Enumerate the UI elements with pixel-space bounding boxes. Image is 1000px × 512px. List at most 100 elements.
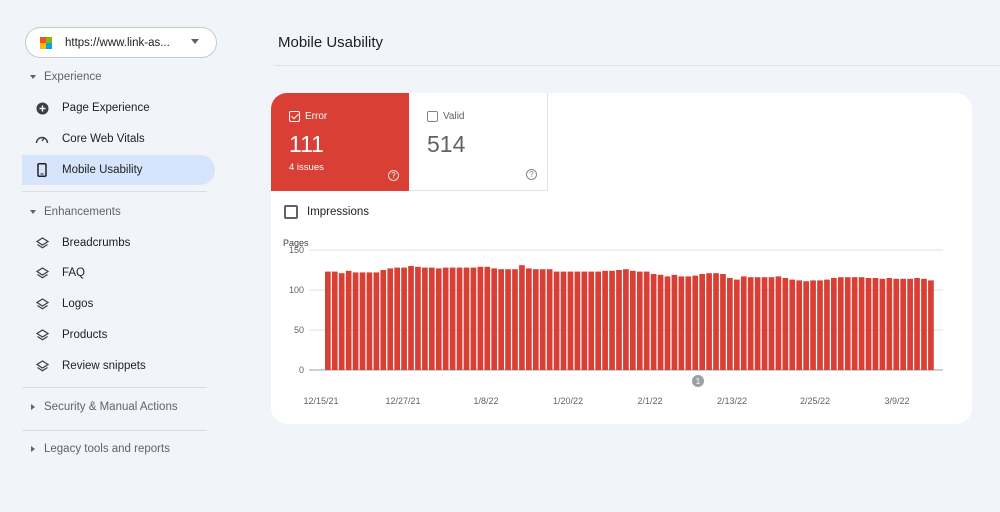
y-tick-label: 0 [299, 365, 304, 375]
chart-bar [581, 271, 588, 370]
layers-icon [35, 266, 49, 280]
layers-icon [35, 297, 49, 311]
impressions-checkbox[interactable] [284, 205, 298, 219]
impressions-toggle[interactable]: Impressions [284, 205, 369, 219]
layers-icon [35, 236, 49, 250]
chart-bar [512, 269, 518, 370]
sidebar-item-products[interactable]: Products [22, 320, 215, 350]
chart-bar [720, 274, 726, 370]
section-legacy-tools[interactable]: Legacy tools and reports [30, 443, 170, 455]
sidebar-item-review-snippets[interactable]: Review snippets [22, 351, 215, 381]
chart-bar [394, 267, 400, 370]
sidebar-item-label: Logos [62, 298, 94, 310]
chart-bar [824, 279, 830, 370]
chart-bar [630, 270, 636, 370]
chart-bar [519, 265, 525, 370]
section-label: Experience [44, 71, 102, 83]
chart-bar [796, 280, 803, 370]
error-issues-count: 4 issues [289, 162, 324, 173]
section-enhancements[interactable]: Enhancements [30, 206, 121, 218]
sidebar-item-label: Page Experience [62, 102, 150, 114]
sidebar-item-core-web-vitals[interactable]: Core Web Vitals [22, 124, 215, 154]
chart-bar [782, 278, 789, 370]
divider [275, 65, 1000, 66]
error-checkbox[interactable] [289, 111, 300, 122]
section-label: Security & Manual Actions [44, 401, 178, 413]
error-summary-tile[interactable]: Error 111 4 issues ? [271, 93, 409, 191]
chart-bar [435, 268, 442, 370]
sidebar-item-faq[interactable]: FAQ [22, 258, 215, 288]
valid-tile-header: Valid [427, 111, 465, 122]
sidebar-item-logos[interactable]: Logos [22, 289, 215, 319]
chart-bar [837, 277, 844, 370]
chart-bar [740, 276, 747, 370]
x-tick-label: 1/8/22 [473, 396, 498, 406]
chart-bar [352, 272, 359, 370]
valid-count: 514 [427, 131, 466, 157]
valid-checkbox[interactable] [427, 111, 438, 122]
chart-bar [595, 271, 602, 370]
expand-arrow-icon [31, 446, 35, 452]
chart-bar [664, 276, 671, 370]
chart-bar [692, 275, 699, 370]
section-experience[interactable]: Experience [30, 71, 102, 83]
chart-bar [574, 271, 581, 370]
chart-bar [733, 279, 740, 370]
x-tick-label: 3/9/22 [884, 396, 909, 406]
chart-bar [588, 271, 595, 370]
chart-bar [817, 280, 823, 370]
layers-icon [35, 359, 49, 373]
chart-bar [928, 280, 934, 370]
chart-bar [401, 267, 407, 370]
chart-bar [650, 274, 657, 370]
divider [22, 387, 207, 388]
chart-bar [671, 274, 678, 370]
chart-bar [539, 269, 546, 370]
chart-bar [456, 267, 463, 370]
chevron-down-icon [191, 39, 199, 44]
chart-bar [685, 276, 692, 370]
chart-bar [498, 269, 504, 370]
chart-bar [325, 271, 331, 370]
sidebar-item-breadcrumbs[interactable]: Breadcrumbs [22, 228, 215, 258]
sidebar-item-label: Mobile Usability [62, 164, 143, 176]
chart-bar [331, 271, 338, 370]
error-tile-header: Error [289, 111, 327, 122]
chart-bar [380, 270, 387, 370]
help-icon[interactable]: ? [526, 169, 537, 180]
section-security-manual-actions[interactable]: Security & Manual Actions [30, 401, 178, 413]
chart-bar [907, 278, 913, 370]
sidebar-item-mobile-usability[interactable]: Mobile Usability [22, 155, 215, 185]
chart-bar [560, 271, 567, 370]
chart-bar [851, 277, 858, 370]
sidebar-item-page-experience[interactable]: Page Experience [22, 93, 215, 123]
sidebar-item-label: Review snippets [62, 360, 146, 372]
chart-bar [338, 273, 345, 370]
chart-bar [373, 272, 380, 370]
annotation-label: 1 [696, 377, 701, 386]
plus-circle-icon [35, 101, 49, 115]
chart-bar [470, 267, 477, 370]
chart-bar [387, 268, 394, 370]
chart-bar [442, 267, 449, 370]
chart-bar [463, 267, 470, 370]
speedometer-icon [35, 132, 49, 146]
sidebar-item-label: Products [62, 329, 108, 341]
chart-bar [491, 268, 498, 370]
chart-bar [775, 276, 782, 370]
property-selector[interactable]: https://www.link-as... [25, 27, 217, 58]
chart-bar [366, 272, 373, 370]
divider [22, 191, 207, 192]
section-label: Legacy tools and reports [44, 443, 170, 455]
chart-bar [415, 266, 421, 370]
chart-bar [623, 269, 629, 370]
x-tick-label: 2/1/22 [637, 396, 662, 406]
chart-bar [713, 273, 719, 370]
mobile-icon [35, 163, 49, 177]
error-count: 111 [289, 131, 324, 157]
valid-summary-tile[interactable]: Valid 514 ? [409, 93, 548, 191]
chart-bar [921, 278, 927, 370]
chart-bar [422, 267, 428, 370]
layers-icon [35, 328, 49, 342]
help-icon[interactable]: ? [388, 170, 399, 181]
